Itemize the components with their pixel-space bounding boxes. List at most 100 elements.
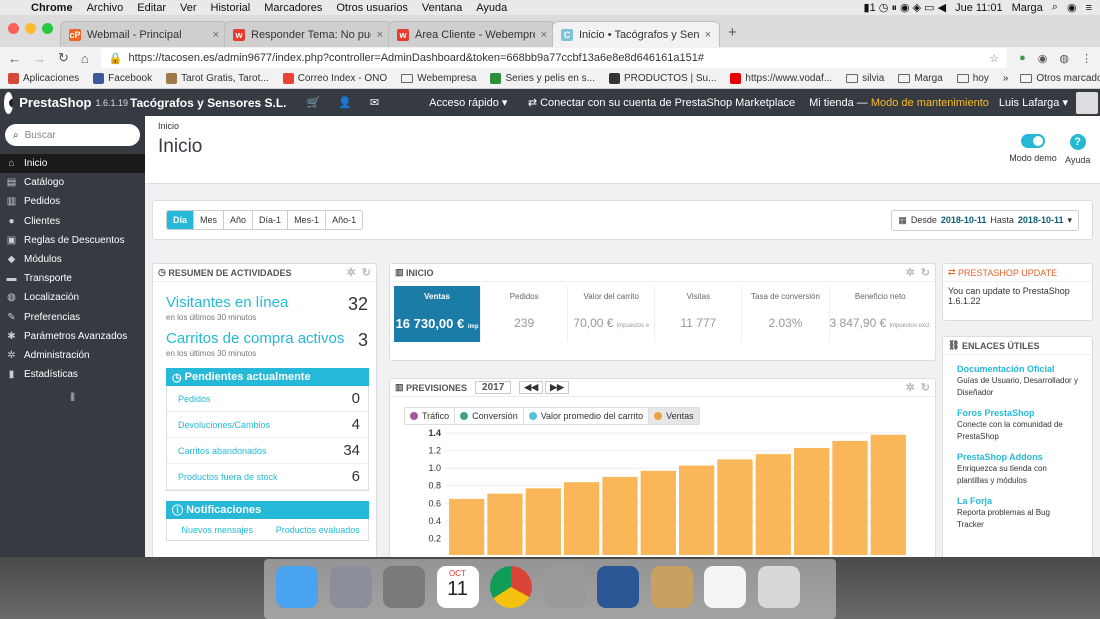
forecast-bar[interactable] xyxy=(602,476,638,556)
forward-icon[interactable]: → xyxy=(33,51,46,66)
launchpad-icon[interactable] xyxy=(329,566,372,608)
zoom-window-button[interactable] xyxy=(42,23,53,34)
kpi-tile[interactable]: Ventas 16 730,00 € imp xyxy=(394,286,482,342)
sidebar-item-localizaci-n[interactable]: ◍ Localización xyxy=(0,288,145,307)
forecast-bar[interactable] xyxy=(794,447,830,556)
close-tab-icon[interactable]: × xyxy=(377,29,383,41)
period-button[interactable]: Año-1 xyxy=(326,211,363,229)
kpi-tile[interactable]: Tasa de conversión 2.03% xyxy=(742,286,830,342)
period-button[interactable]: Mes-1 xyxy=(288,211,327,229)
tab-product-reviews[interactable]: Productos evaluados xyxy=(268,525,369,535)
forecast-bar[interactable] xyxy=(487,493,523,556)
trash-icon[interactable] xyxy=(757,566,800,608)
refresh-icon[interactable]: ↻ xyxy=(362,266,371,279)
kpi-tile[interactable]: Pedidos 239 xyxy=(481,286,569,342)
tab-2[interactable]: w Responder Tema: No puedo ac × xyxy=(224,21,392,47)
kpi-tile[interactable]: Visitas 11 777 xyxy=(655,286,743,342)
forecast-bar[interactable] xyxy=(755,454,791,556)
configure-icon[interactable]: ✲ xyxy=(347,266,356,279)
close-tab-icon[interactable]: × xyxy=(541,29,547,41)
useful-link[interactable]: Foros PrestaShop xyxy=(957,407,1078,419)
sidebar-item-reglas-de-descuentos[interactable]: ▣ Reglas de Descuentos xyxy=(0,231,145,250)
menu-marcadores[interactable]: Marcadores xyxy=(257,2,329,14)
bookmark-item[interactable]: silvia xyxy=(846,73,884,84)
extension-icon[interactable]: ● xyxy=(1019,52,1026,64)
menu-historial[interactable]: Historial xyxy=(204,2,258,14)
period-button[interactable]: Mes xyxy=(194,211,225,229)
envelope-icon[interactable]: ✉ xyxy=(370,96,379,109)
finder-icon[interactable] xyxy=(276,566,318,608)
forecast-bar[interactable] xyxy=(564,482,600,556)
sidebar-item-estad-sticas[interactable]: ▮ Estadísticas xyxy=(0,365,145,384)
breadcrumb[interactable]: Inicio xyxy=(158,121,179,131)
period-button[interactable]: Día-1 xyxy=(253,211,289,229)
sidebar-collapse-icon[interactable]: ⦀ xyxy=(0,392,145,405)
back-icon[interactable]: ← xyxy=(8,51,21,66)
menu-archivo[interactable]: Archivo xyxy=(80,2,131,14)
cart-icon[interactable]: 🛒 xyxy=(307,96,321,109)
other-bookmarks[interactable]: Otros marcadores xyxy=(1020,73,1100,84)
menu-ventana[interactable]: Ventana xyxy=(415,2,469,14)
sidebar-item-preferencias[interactable]: ✎ Preferencias xyxy=(0,308,145,327)
sidebar-item-par-metros-avanzados[interactable]: ✱ Parámetros Avanzados xyxy=(0,327,145,346)
new-tab-button[interactable]: + xyxy=(728,24,737,41)
clock[interactable]: Jue 11:01 xyxy=(955,2,1003,14)
chrome-menu-icon[interactable]: ⋮ xyxy=(1081,52,1092,65)
legend-item[interactable]: Ventas xyxy=(649,408,699,424)
pending-label[interactable]: Pedidos xyxy=(178,394,211,404)
configure-icon[interactable]: ✲ xyxy=(906,266,915,279)
search-input[interactable]: ⌕ Buscar xyxy=(5,124,140,146)
kpi-tile[interactable]: Beneficio neto 3 847,90 € impuestos excl. xyxy=(830,286,931,342)
next-year-button[interactable]: ▶▶ xyxy=(545,381,569,394)
sidebar-item-m-dulos[interactable]: ◆ Módulos xyxy=(0,250,145,269)
employee-menu[interactable]: Luis Lafarga ▾ xyxy=(999,96,1068,109)
bookmark-item[interactable]: Marga xyxy=(898,73,943,84)
profile-icon[interactable]: ◍ xyxy=(1059,52,1069,65)
menu-ayuda[interactable]: Ayuda xyxy=(469,2,514,14)
system-prefs-icon[interactable] xyxy=(383,566,425,608)
tab-1[interactable]: cP Webmail - Principal × xyxy=(60,21,228,47)
period-button[interactable]: Año xyxy=(224,211,254,229)
preview-icon[interactable] xyxy=(704,566,746,608)
pending-label[interactable]: Devoluciones/Cambios xyxy=(178,420,270,430)
avatar[interactable] xyxy=(1076,91,1098,114)
pending-label[interactable]: Carritos abandonados xyxy=(178,446,267,456)
url-field[interactable]: 🔒 https://tacosen.es/admin9677/index.php… xyxy=(100,48,1008,68)
forecast-bar[interactable] xyxy=(525,488,561,556)
close-tab-icon[interactable]: × xyxy=(705,29,711,41)
close-window-button[interactable] xyxy=(8,23,19,34)
word-icon[interactable] xyxy=(597,566,639,608)
bookmark-item[interactable]: Aplicaciones xyxy=(8,73,79,84)
forecast-bar[interactable] xyxy=(832,440,868,556)
tab-4[interactable]: C Inicio • Tacógrafos y Sensores × xyxy=(552,21,720,47)
menu-editar[interactable]: Editar xyxy=(130,2,173,14)
sidebar-item-cat-logo[interactable]: ▤ Catálogo xyxy=(0,173,145,192)
shop-name[interactable]: Tacógrafos y Sensores S.L. xyxy=(130,96,287,110)
prev-year-button[interactable]: ◀◀ xyxy=(519,381,544,394)
spotlight-icon[interactable]: ⌕ xyxy=(1052,1,1058,14)
bookmark-item[interactable]: Series y pelis en s... xyxy=(490,73,595,84)
forecast-bar[interactable] xyxy=(717,459,753,556)
quick-access-menu[interactable]: Acceso rápido ▾ xyxy=(429,96,507,109)
menu-ver[interactable]: Ver xyxy=(173,2,204,14)
demo-mode-toggle[interactable]: Modo demo xyxy=(1007,134,1059,163)
menu-otros-usuarios[interactable]: Otros usuarios xyxy=(329,2,415,14)
extension-2-icon[interactable]: ◉ xyxy=(1038,52,1048,65)
bookmarks-overflow[interactable]: » xyxy=(1003,73,1009,84)
bookmark-item[interactable]: PRODUCTOS | Su... xyxy=(608,73,716,84)
pending-row[interactable]: Devoluciones/Cambios 4 xyxy=(167,412,368,438)
calendar-icon[interactable]: OCT 11 xyxy=(436,566,479,608)
configure-icon[interactable]: ✲ xyxy=(906,381,915,394)
tab-3[interactable]: w Área Cliente - Webempresa Es × xyxy=(388,21,556,47)
pending-row[interactable]: Pedidos 0 xyxy=(167,386,368,412)
siri-icon[interactable]: ◉ xyxy=(1067,1,1077,14)
app-menu[interactable]: Chrome xyxy=(24,2,80,14)
period-button[interactable]: Día xyxy=(167,211,195,229)
refresh-icon[interactable]: ↻ xyxy=(921,381,930,394)
bookmark-item[interactable]: Webempresa xyxy=(401,73,476,84)
sidebar-item-administraci-n[interactable]: ✲ Administración xyxy=(0,346,145,365)
legend-item[interactable]: Valor promedio del carrito xyxy=(524,408,650,424)
home-icon[interactable]: ⌂ xyxy=(81,51,89,66)
legend-item[interactable]: Tráfico xyxy=(405,408,456,424)
calculator-icon[interactable] xyxy=(543,566,586,608)
